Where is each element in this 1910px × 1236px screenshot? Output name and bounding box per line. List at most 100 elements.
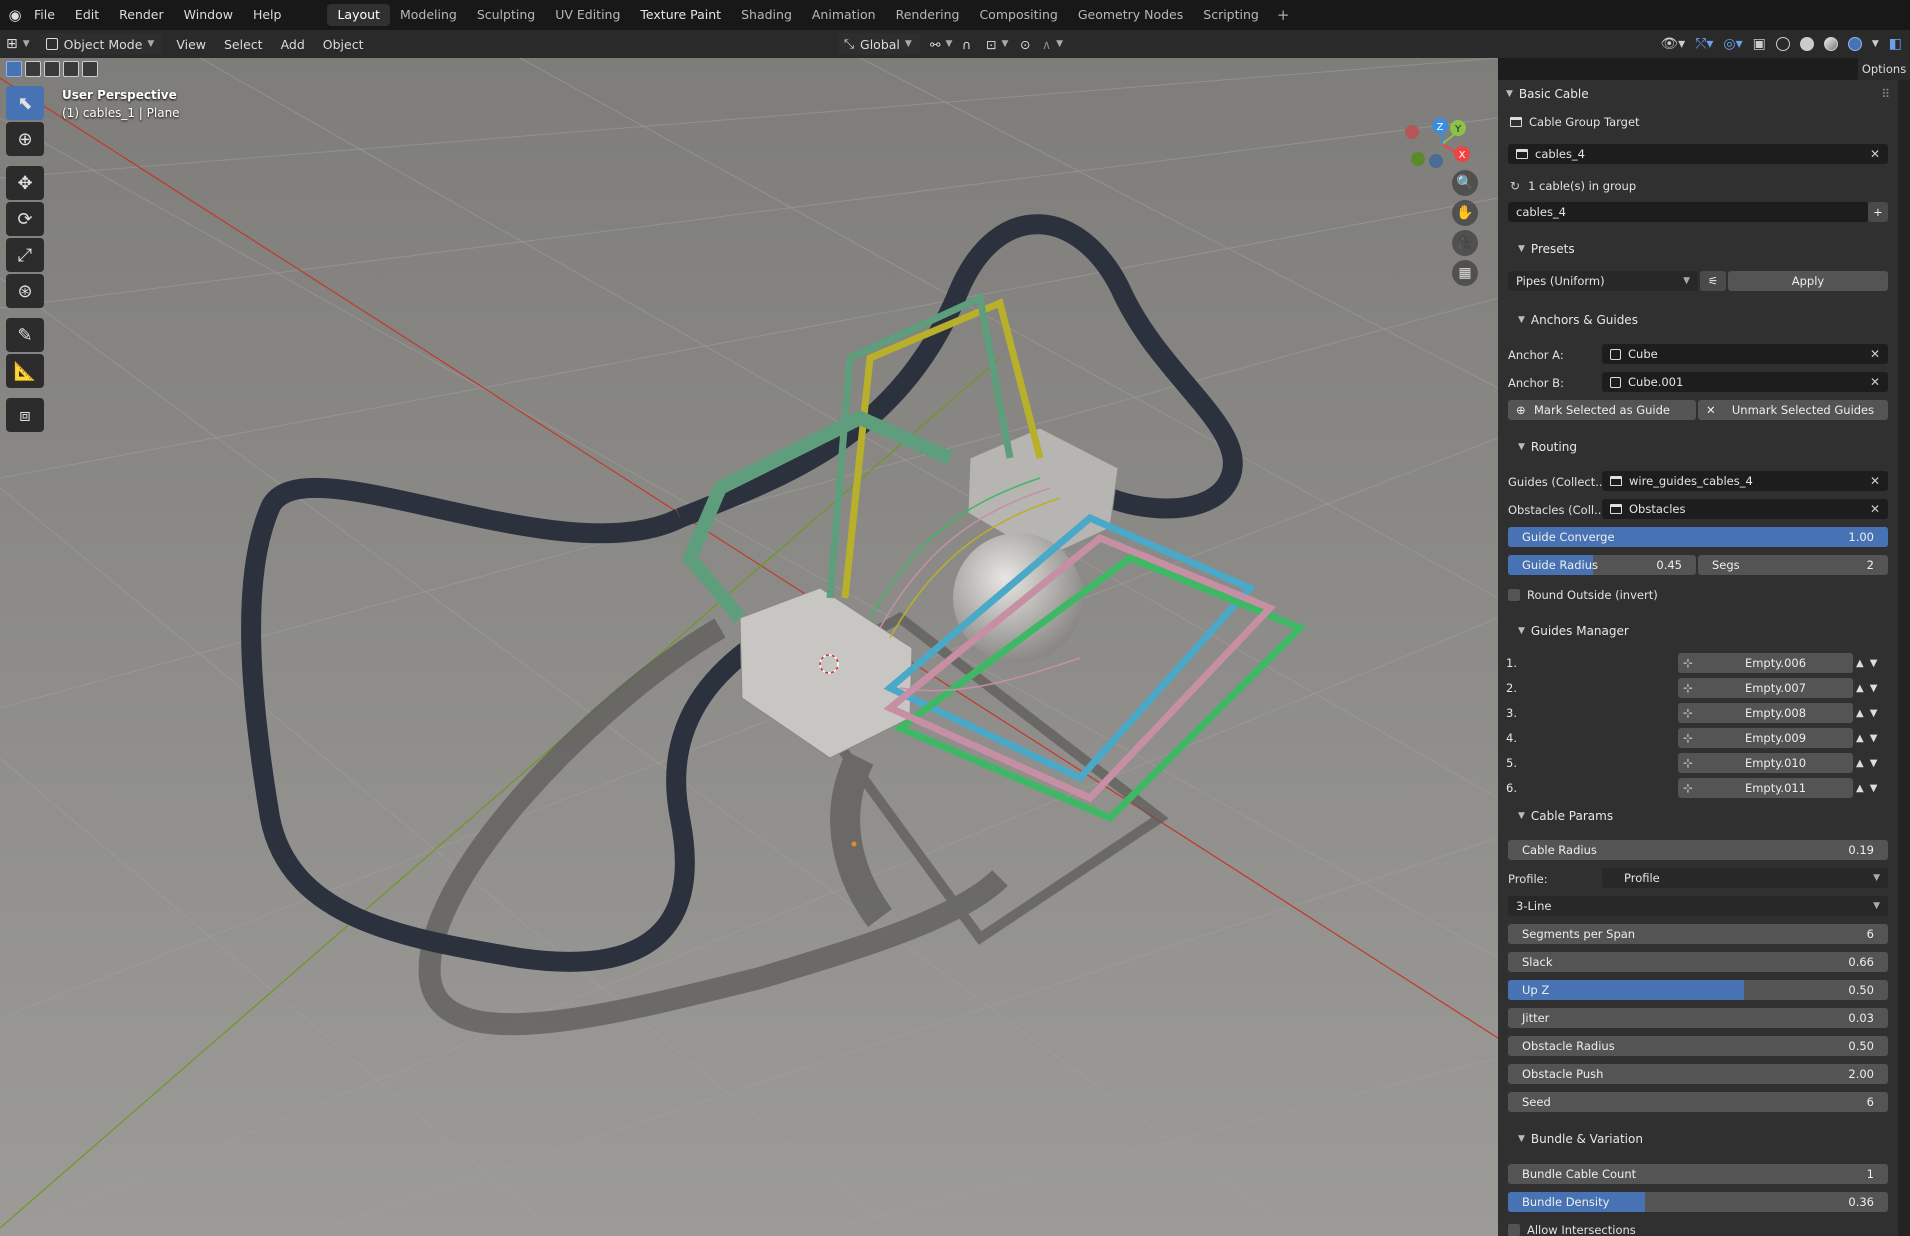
snap-toggle[interactable]: ∩: [956, 33, 977, 55]
select-extend-mode[interactable]: [25, 61, 41, 77]
mark-guide-button[interactable]: ⊕ Mark Selected as Guide: [1508, 400, 1696, 420]
add-workspace-button[interactable]: +: [1277, 6, 1290, 24]
move-up-icon[interactable]: ▲: [1856, 658, 1864, 669]
routing-header[interactable]: ▼ Routing: [1498, 433, 1898, 461]
cursor-tool[interactable]: ⊕: [6, 122, 44, 156]
menu-window[interactable]: Window: [174, 0, 243, 30]
pan-button[interactable]: ✋: [1452, 200, 1478, 226]
anchor-b-field[interactable]: Cube.001 ✕: [1602, 372, 1888, 392]
move-up-icon[interactable]: ▲: [1856, 733, 1864, 744]
clear-icon[interactable]: ✕: [1870, 347, 1880, 361]
preset-settings-button[interactable]: ⚟: [1700, 271, 1726, 291]
guide-list-item[interactable]: ⊹ Empty.010: [1678, 753, 1853, 773]
move-tool[interactable]: ✥: [6, 166, 44, 200]
move-up-icon[interactable]: ▲: [1856, 783, 1864, 794]
move-down-icon[interactable]: ▼: [1870, 658, 1878, 669]
clear-icon[interactable]: ✕: [1870, 474, 1880, 488]
presets-header[interactable]: ▼ Presets: [1498, 235, 1898, 263]
tab-rendering[interactable]: Rendering: [886, 4, 970, 26]
add-cube-tool[interactable]: ⧈: [6, 398, 44, 432]
guide-list-item[interactable]: ⊹ Empty.009: [1678, 728, 1853, 748]
tab-shading[interactable]: Shading: [731, 4, 802, 26]
apply-preset-button[interactable]: Apply: [1728, 271, 1888, 291]
guide-radius-slider[interactable]: Guide Radius 0.45: [1508, 555, 1696, 575]
guide-list-item[interactable]: ⊹ Empty.006: [1678, 653, 1853, 673]
move-down-icon[interactable]: ▼: [1870, 783, 1878, 794]
move-down-icon[interactable]: ▼: [1870, 733, 1878, 744]
clear-icon[interactable]: ✕: [1870, 147, 1880, 161]
tab-uv-editing[interactable]: UV Editing: [545, 4, 630, 26]
solid-shading-icon[interactable]: [1799, 37, 1814, 51]
navigation-gizmo[interactable]: Z Y X: [1398, 98, 1478, 178]
editor-type-button[interactable]: ⊞ ▼: [0, 33, 36, 55]
group-name-field[interactable]: cables_4: [1508, 202, 1868, 222]
scale-tool[interactable]: ⤢: [6, 238, 44, 272]
menu-view[interactable]: View: [170, 33, 212, 55]
menu-object[interactable]: Object: [317, 33, 370, 55]
anchors-guides-header[interactable]: ▼ Anchors & Guides: [1498, 306, 1898, 334]
transform-orientation-dropdown[interactable]: ⤡ Global ▼: [838, 33, 920, 55]
move-down-icon[interactable]: ▼: [1870, 708, 1878, 719]
preset-dropdown[interactable]: Pipes (Uniform) ▼: [1508, 271, 1698, 291]
drag-handle-icon[interactable]: ⠿: [1881, 87, 1890, 101]
obstacle-push-field[interactable]: Obstacle Push 2.00: [1508, 1064, 1888, 1084]
sidebar-tab-strip[interactable]: [1898, 80, 1910, 1236]
segments-per-span-field[interactable]: Segments per Span 6: [1508, 924, 1888, 944]
tab-layout[interactable]: Layout: [327, 4, 390, 26]
guide-converge-slider[interactable]: Guide Converge 1.00: [1508, 527, 1888, 547]
round-outside-checkbox[interactable]: [1508, 589, 1520, 601]
falloff-dropdown[interactable]: ∧ ▼: [1036, 33, 1069, 55]
move-down-icon[interactable]: ▼: [1870, 683, 1878, 694]
move-up-icon[interactable]: ▲: [1856, 758, 1864, 769]
clear-icon[interactable]: ✕: [1870, 502, 1880, 516]
wireframe-shading-icon[interactable]: [1775, 37, 1790, 51]
slack-field[interactable]: Slack 0.66: [1508, 952, 1888, 972]
jitter-field[interactable]: Jitter 0.03: [1508, 1008, 1888, 1028]
profile-type-dropdown[interactable]: 3-Line ▼: [1508, 896, 1888, 916]
tab-compositing[interactable]: Compositing: [969, 4, 1067, 26]
bundle-variation-header[interactable]: ▼ Bundle & Variation: [1498, 1125, 1898, 1153]
guide-list-item[interactable]: ⊹ Empty.008: [1678, 703, 1853, 723]
guide-list-item[interactable]: ⊹ Empty.007: [1678, 678, 1853, 698]
xray-icon[interactable]: ▣: [1753, 36, 1766, 52]
rotate-tool[interactable]: ⟳: [6, 202, 44, 236]
3d-viewport[interactable]: ⬉ ⊕ ✥ ⟳ ⤢ ⊛ ✎ 📐 ⧈ User Perspective (1) c…: [0, 58, 1498, 1236]
tab-scripting[interactable]: Scripting: [1193, 4, 1269, 26]
guides-collection-field[interactable]: wire_guides_cables_4 ✕: [1602, 471, 1888, 491]
proportional-edit-toggle[interactable]: ⊙: [1014, 33, 1036, 55]
move-down-icon[interactable]: ▼: [1870, 758, 1878, 769]
profile-dropdown[interactable]: Profile ▼: [1602, 868, 1888, 888]
obstacle-radius-field[interactable]: Obstacle Radius 0.50: [1508, 1036, 1888, 1056]
up-z-slider[interactable]: Up Z 0.50: [1508, 980, 1888, 1000]
basic-cable-header[interactable]: ▼ Basic Cable ⠿: [1498, 80, 1898, 108]
select-new-mode[interactable]: [6, 61, 22, 77]
rendered-shading-icon[interactable]: [1847, 37, 1862, 51]
bundle-density-slider[interactable]: Bundle Density 0.36: [1508, 1192, 1888, 1212]
select-invert-mode[interactable]: [63, 61, 79, 77]
transform-tool[interactable]: ⊛: [6, 274, 44, 308]
move-up-icon[interactable]: ▲: [1856, 683, 1864, 694]
select-subtract-mode[interactable]: [44, 61, 60, 77]
shading-dropdown-icon[interactable]: ▼: [1872, 39, 1879, 49]
visibility-icon[interactable]: 👁▾: [1660, 36, 1685, 52]
mode-dropdown[interactable]: Object Mode ▼: [39, 33, 163, 55]
round-outside-row[interactable]: Round Outside (invert): [1498, 581, 1898, 609]
pivot-dropdown[interactable]: ⚯ ▼: [924, 33, 958, 55]
menu-add[interactable]: Add: [275, 33, 311, 55]
clear-icon[interactable]: ✕: [1870, 375, 1880, 389]
cable-params-header[interactable]: ▼ Cable Params: [1498, 802, 1898, 830]
gizmo-toggle-icon[interactable]: ⤲▾: [1695, 36, 1713, 52]
obstacles-collection-field[interactable]: Obstacles ✕: [1602, 499, 1888, 519]
select-box-tool[interactable]: ⬉: [6, 86, 44, 120]
tab-texture-paint[interactable]: Texture Paint: [630, 4, 731, 26]
gizmo-neg-x[interactable]: [1405, 125, 1419, 139]
camera-view-button[interactable]: 🎥: [1452, 230, 1478, 256]
segs-field[interactable]: Segs 2: [1698, 555, 1888, 575]
annotate-tool[interactable]: ✎: [6, 318, 44, 352]
overlays-icon[interactable]: ◎▾: [1723, 36, 1742, 52]
tab-modeling[interactable]: Modeling: [390, 4, 467, 26]
seed-field[interactable]: Seed 6: [1508, 1092, 1888, 1112]
tab-animation[interactable]: Animation: [802, 4, 886, 26]
blender-logo-icon[interactable]: ◉: [0, 0, 30, 30]
zoom-button[interactable]: 🔍: [1452, 170, 1478, 196]
